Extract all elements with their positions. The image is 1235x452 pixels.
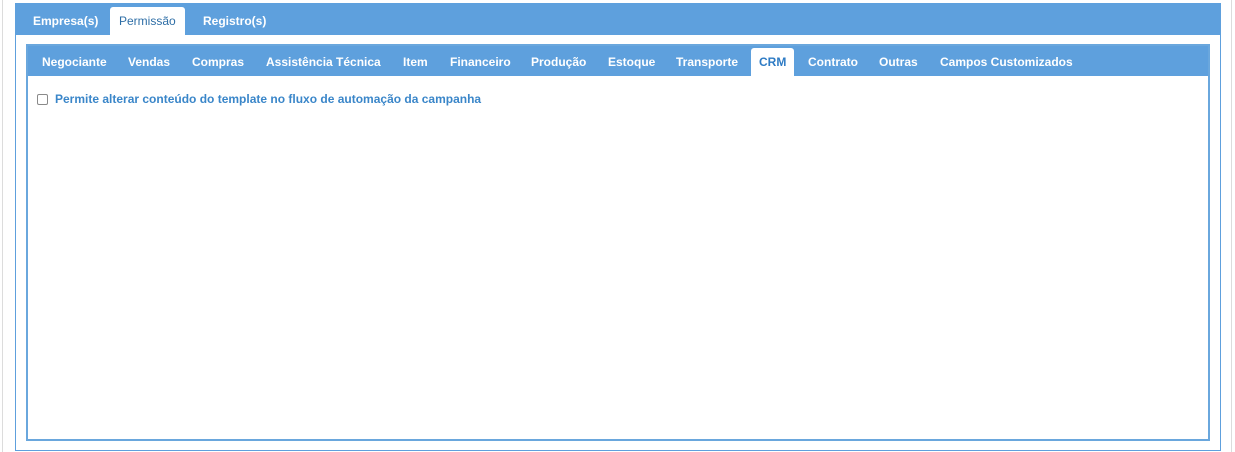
subtab-negociante[interactable]: Negociante	[34, 48, 115, 76]
tab-empresas[interactable]: Empresa(s)	[24, 7, 107, 35]
subtab-item[interactable]: Item	[395, 48, 436, 76]
checkbox-unchecked-icon[interactable]	[37, 93, 48, 105]
subtab-vendas[interactable]: Vendas	[120, 48, 178, 76]
subtab-compras[interactable]: Compras	[184, 48, 252, 76]
crm-option-row[interactable]: Permite alterar conteúdo do template no …	[37, 91, 481, 107]
subtab-contrato[interactable]: Contrato	[800, 48, 866, 76]
permission-tab-bar: Negociante Vendas Compras Assistência Té…	[28, 46, 1208, 76]
subtab-assistencia-tecnica[interactable]: Assistência Técnica	[258, 48, 389, 76]
subtab-estoque[interactable]: Estoque	[600, 48, 663, 76]
subtab-campos-customizados[interactable]: Campos Customizados	[932, 48, 1081, 76]
subtab-producao[interactable]: Produção	[523, 48, 594, 76]
option-label-template-flow[interactable]: Permite alterar conteúdo do template no …	[55, 92, 481, 106]
subtab-transporte[interactable]: Transporte	[668, 48, 746, 76]
subtab-financeiro[interactable]: Financeiro	[442, 48, 519, 76]
subtab-outras[interactable]: Outras	[871, 48, 926, 76]
subtab-crm[interactable]: CRM	[751, 48, 795, 76]
tab-permissao[interactable]: Permissão	[110, 7, 185, 35]
main-tab-bar: Empresa(s) Permissão Registro(s)	[16, 4, 1220, 35]
settings-panel: Empresa(s) Permissão Registro(s) Negocia…	[15, 3, 1221, 451]
tab-registros[interactable]: Registro(s)	[194, 7, 275, 35]
permission-panel: Negociante Vendas Compras Assistência Té…	[26, 44, 1210, 441]
